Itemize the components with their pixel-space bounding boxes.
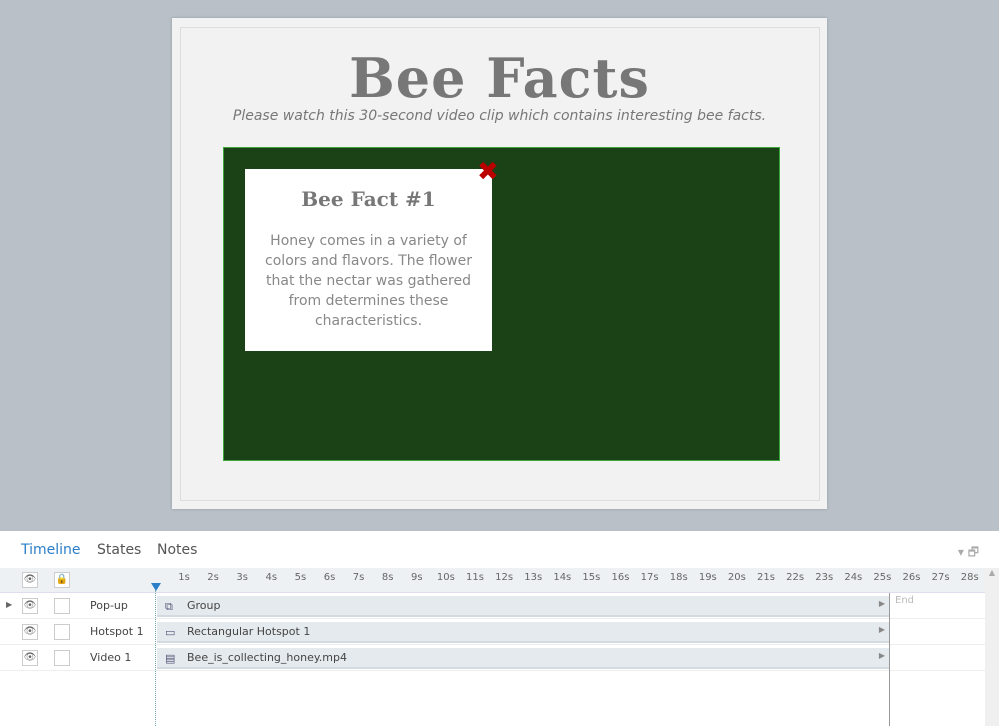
timeline-row[interactable]: ▶ 👁 Pop-up ⧉ Group ▶ (0, 593, 985, 619)
tick-label: 18s (669, 572, 688, 583)
slide-title[interactable]: Bee Facts (172, 46, 827, 110)
eye-icon[interactable]: 👁 (22, 650, 38, 666)
lock-icon[interactable]: 🔒 (54, 572, 70, 588)
timeline-panel: Timeline States Notes ▾ 🗗 👁 🔒 1s 2s 3s 4s 5s… (0, 531, 999, 726)
tab-states[interactable]: States (97, 542, 141, 558)
layer-name[interactable]: Video 1 (90, 651, 131, 664)
layer-name[interactable]: Hotspot 1 (90, 625, 144, 638)
end-marker[interactable] (889, 593, 890, 726)
tick-label: 21s (757, 572, 775, 583)
tick-label: 1s (178, 572, 190, 583)
timeline-bar[interactable]: ⧉ Group ▶ (157, 596, 889, 617)
bar-label: Bee_is_collecting_honey.mp4 (187, 651, 347, 664)
tick-label: 3s (236, 572, 248, 583)
tick-label: 26s (902, 572, 921, 583)
timeline-row[interactable]: 👁 Hotspot 1 ▭ Rectangular Hotspot 1 ▶ (0, 619, 985, 645)
lock-checkbox[interactable] (54, 650, 70, 666)
tick-label: 28s (960, 572, 979, 583)
tick-label: 22s (786, 572, 805, 583)
tick-label: 12s (495, 572, 514, 583)
timeline-bar[interactable]: ▤ Bee_is_collecting_honey.mp4 ▶ (157, 648, 889, 669)
tick-label: 2s (207, 572, 219, 583)
tick-label: 10s (436, 572, 455, 583)
bar-end-arrow-icon[interactable]: ▶ (879, 651, 885, 660)
eye-icon[interactable]: 👁 (22, 598, 38, 614)
popup-group[interactable]: Bee Fact #1 Honey comes in a variety of … (245, 169, 492, 351)
playhead[interactable] (151, 583, 161, 591)
lock-checkbox[interactable] (54, 598, 70, 614)
tick-label: 15s (582, 572, 601, 583)
video-icon: ▤ (165, 652, 176, 665)
bar-end-arrow-icon[interactable]: ▶ (879, 625, 885, 634)
layer-name[interactable]: Pop-up (90, 599, 128, 612)
tick-label: 11s (466, 572, 484, 583)
tab-notes[interactable]: Notes (157, 542, 197, 558)
tick-label: 7s (352, 572, 365, 583)
tick-label: 24s (844, 572, 863, 583)
eye-icon[interactable]: 👁 (22, 624, 38, 640)
tick-label: 17s (640, 572, 659, 583)
tick-label: 13s (524, 572, 543, 583)
bar-end-arrow-icon[interactable]: ▶ (879, 599, 885, 608)
group-icon: ⧉ (165, 600, 173, 613)
dropdown-icon[interactable]: ▾ (958, 545, 964, 559)
scrollbar[interactable]: ▲ (985, 568, 999, 726)
tick-label: 8s (381, 572, 394, 583)
tick-label: 25s (873, 572, 892, 583)
expand-arrow-icon[interactable]: ▶ (6, 600, 12, 609)
popup-text: Honey comes in a variety of colors and f… (265, 233, 472, 329)
restore-window-icon[interactable]: 🗗 (968, 545, 979, 559)
hotspot-icon: ▭ (165, 626, 176, 639)
timeline-header: 👁 🔒 1s 2s 3s 4s 5s 6s 7s 8s 9s 10s 11s 12s 13s 14s 15s… (0, 568, 985, 593)
timeline-row[interactable]: 👁 Video 1 ▤ Bee_is_collecting_honey.mp4 ▶ (0, 645, 985, 671)
slide-canvas: Bee Facts Please watch this 30-second vi… (172, 18, 827, 509)
eye-icon[interactable]: 👁 (22, 572, 38, 588)
tick-label: 23s (815, 572, 834, 583)
tick-label: 4s (265, 572, 278, 583)
tab-timeline[interactable]: Timeline (21, 542, 81, 558)
close-icon[interactable]: ✖ (477, 159, 499, 185)
end-label: End (895, 595, 915, 606)
tick-label: 16s (611, 572, 630, 583)
playhead-line (155, 590, 156, 726)
tick-label: 14s (553, 572, 572, 583)
tick-label: 27s (931, 572, 950, 583)
popup-heading: Bee Fact #1 (301, 187, 436, 211)
bar-label: Group (187, 599, 221, 612)
tick-label: 9s (411, 572, 423, 583)
tick-label: 20s (727, 572, 746, 583)
tick-label: 19s (698, 572, 717, 583)
timeline-bar[interactable]: ▭ Rectangular Hotspot 1 ▶ (157, 622, 889, 643)
tick-label: 6s (323, 572, 336, 583)
tick-label: 5s (294, 572, 307, 583)
lock-checkbox[interactable] (54, 624, 70, 640)
slide-subtitle[interactable]: Please watch this 30-second video clip w… (172, 108, 827, 124)
bar-label: Rectangular Hotspot 1 (187, 625, 311, 638)
